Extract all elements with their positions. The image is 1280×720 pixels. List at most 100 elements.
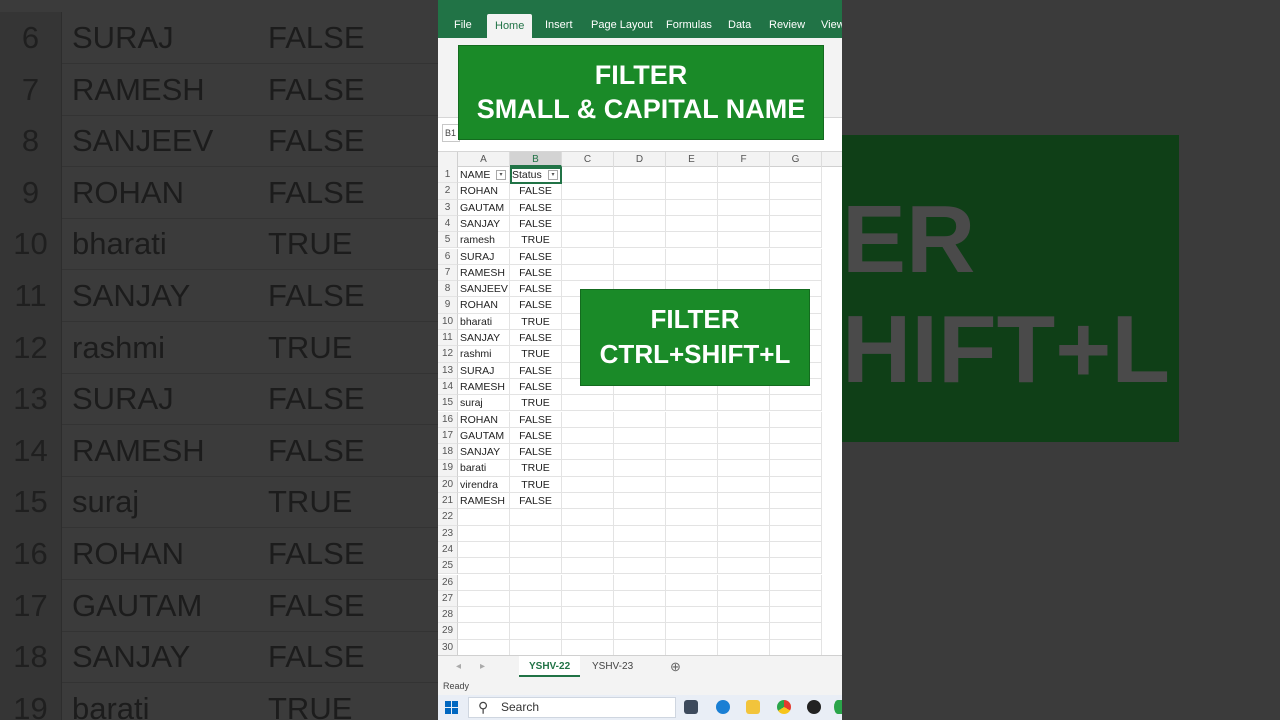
cell-empty[interactable] — [614, 476, 666, 493]
cell-empty[interactable] — [770, 623, 822, 640]
cell-empty[interactable] — [666, 525, 718, 542]
cell-empty[interactable] — [614, 607, 666, 624]
cell-empty[interactable] — [614, 574, 666, 591]
cell-name[interactable]: RAMESH — [458, 378, 510, 396]
row-header[interactable]: 3 — [438, 199, 458, 216]
cell-name[interactable]: virendra — [458, 476, 510, 493]
cell-empty[interactable] — [770, 525, 822, 542]
cell-empty[interactable] — [614, 199, 666, 216]
row-header[interactable]: 5 — [438, 232, 458, 249]
tab-formulas[interactable]: Formulas — [666, 12, 712, 38]
cell-empty[interactable] — [614, 167, 666, 184]
cell-empty[interactable] — [562, 411, 614, 428]
file-explorer-icon[interactable] — [746, 700, 760, 714]
taskbar-search-input[interactable]: ⚲ Search — [468, 697, 676, 718]
cell-name[interactable]: barati — [458, 460, 510, 477]
cell-status[interactable]: TRUE — [510, 460, 562, 477]
chrome-icon[interactable] — [777, 700, 791, 714]
filter-dropdown-name-icon[interactable]: ▾ — [496, 170, 506, 180]
row-header[interactable]: 13 — [438, 362, 458, 379]
row-header[interactable]: 7 — [438, 264, 458, 282]
row-header[interactable]: 22 — [438, 509, 458, 526]
row-header[interactable]: 8 — [438, 281, 458, 298]
cell-empty[interactable] — [614, 623, 666, 640]
cell-status[interactable]: TRUE — [510, 313, 562, 330]
cell-empty[interactable] — [666, 639, 718, 656]
row-header[interactable]: 6 — [438, 248, 458, 265]
cell-empty[interactable] — [718, 623, 770, 640]
cell-empty[interactable] — [770, 558, 822, 575]
cell-empty[interactable] — [562, 623, 614, 640]
cell-empty[interactable] — [614, 541, 666, 559]
cell-status[interactable]: FALSE — [510, 362, 562, 379]
cell-empty[interactable] — [718, 427, 770, 445]
cell-name[interactable]: SURAJ — [458, 362, 510, 379]
cell-empty[interactable] — [562, 607, 614, 624]
cell-empty[interactable] — [666, 574, 718, 591]
row-header[interactable]: 28 — [438, 607, 458, 624]
cell-empty[interactable] — [666, 183, 718, 200]
cell-empty[interactable] — [718, 199, 770, 216]
sheet-scroll-left-icon[interactable]: ◂ — [456, 656, 461, 677]
cell-name[interactable]: SANJAY — [458, 215, 510, 233]
row-header[interactable]: 9 — [438, 297, 458, 314]
cell-empty[interactable] — [718, 232, 770, 249]
cell-empty[interactable] — [770, 607, 822, 624]
cell-empty[interactable] — [562, 639, 614, 656]
cell-empty[interactable] — [614, 248, 666, 265]
cell-empty[interactable] — [666, 215, 718, 233]
cell-empty[interactable] — [770, 215, 822, 233]
cell-empty[interactable] — [666, 493, 718, 510]
cell-status[interactable] — [510, 639, 562, 656]
cell-empty[interactable] — [718, 264, 770, 282]
cell-empty[interactable] — [562, 215, 614, 233]
cell-empty[interactable] — [562, 509, 614, 526]
column-header-g[interactable]: G — [770, 152, 822, 167]
cell-empty[interactable] — [718, 411, 770, 428]
cell-empty[interactable] — [666, 167, 718, 184]
cell-status[interactable]: FALSE — [510, 411, 562, 428]
cell-empty[interactable] — [770, 444, 822, 461]
cell-empty[interactable] — [562, 395, 614, 412]
cell-name[interactable]: SANJAY — [458, 444, 510, 461]
cell-empty[interactable] — [614, 509, 666, 526]
cell-status[interactable] — [510, 574, 562, 591]
row-header[interactable]: 11 — [438, 330, 458, 347]
cell-empty[interactable] — [770, 183, 822, 200]
app-icon[interactable] — [807, 700, 821, 714]
cell-name[interactable]: ROHAN — [458, 411, 510, 428]
cell-empty[interactable] — [718, 574, 770, 591]
cell-empty[interactable] — [770, 232, 822, 249]
cell-empty[interactable] — [718, 215, 770, 233]
sheet-tab-yshv-22[interactable]: YSHV-22 — [519, 656, 581, 677]
cell-status[interactable]: FALSE — [510, 378, 562, 396]
row-header[interactable]: 17 — [438, 427, 458, 445]
cell-empty[interactable] — [614, 264, 666, 282]
cell-empty[interactable] — [666, 476, 718, 493]
cell-empty[interactable] — [718, 183, 770, 200]
chrome-icon-2[interactable] — [834, 700, 842, 714]
cell-empty[interactable] — [718, 460, 770, 477]
cell-empty[interactable] — [614, 395, 666, 412]
cell-empty[interactable] — [718, 558, 770, 575]
cell-empty[interactable] — [666, 427, 718, 445]
cell-status[interactable]: TRUE — [510, 476, 562, 493]
cell-empty[interactable] — [614, 558, 666, 575]
cell-empty[interactable] — [770, 427, 822, 445]
cell-status[interactable]: FALSE — [510, 264, 562, 282]
row-header[interactable]: 26 — [438, 574, 458, 591]
column-header-a[interactable]: A — [458, 152, 510, 167]
cell-name[interactable]: RAMESH — [458, 493, 510, 510]
cell-name[interactable]: GAUTAM — [458, 199, 510, 216]
cell-empty[interactable] — [666, 623, 718, 640]
cell-empty[interactable] — [562, 199, 614, 216]
cell-status[interactable]: FALSE — [510, 427, 562, 445]
tab-data[interactable]: Data — [728, 12, 751, 38]
cell-name[interactable] — [458, 525, 510, 542]
cell-empty[interactable] — [666, 460, 718, 477]
cell-empty[interactable] — [614, 525, 666, 542]
row-header[interactable]: 29 — [438, 623, 458, 640]
column-header-b[interactable]: B — [510, 152, 562, 167]
cell-empty[interactable] — [770, 509, 822, 526]
cell-empty[interactable] — [614, 460, 666, 477]
